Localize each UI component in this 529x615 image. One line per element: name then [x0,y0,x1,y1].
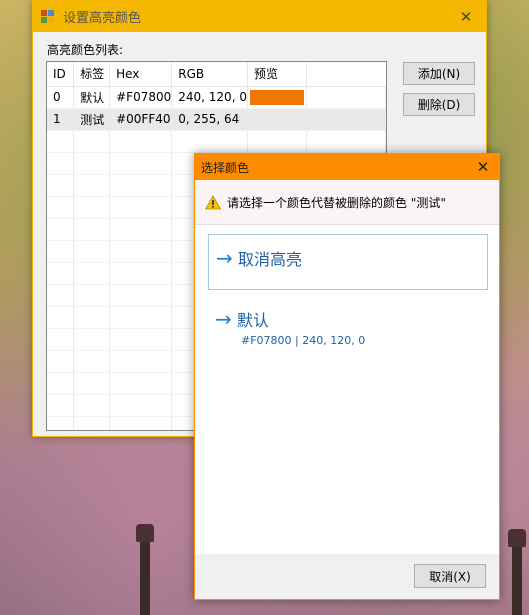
arrow-right-icon: → [215,307,232,331]
background-lamp [136,524,154,615]
default-option-detail: #F07800 | 240, 120, 0 [241,334,366,347]
dialog-title: 选择颜色 [201,160,250,175]
warning-banner: 请选择一个颜色代替被删除的颜色 "测试" [195,180,499,225]
cell-hex: #00FF40 [109,108,173,131]
color-swatch [249,89,305,105]
column-header[interactable]: 预览 [247,62,308,87]
cancel-button[interactable]: 取消(X) [414,564,486,588]
cell-preview [247,108,308,131]
warning-text: 请选择一个颜色代替被删除的颜色 "测试" [227,195,446,210]
delete-button[interactable]: 删除(D) [403,93,475,116]
dialog-title-bar[interactable]: 选择颜色 ✕ [195,154,499,180]
column-header[interactable]: ID [47,62,75,87]
add-button[interactable]: 添加(N) [403,62,475,85]
cell-id: 1 [47,108,75,131]
select-color-dialog: 选择颜色 ✕ 请选择一个颜色代替被删除的颜色 "测试" → 取消高亮 → 默认 … [194,153,500,600]
cell-id: 0 [47,86,75,109]
empty-row [47,130,386,153]
column-header[interactable]: 标签 [73,62,111,87]
cell-label: 默认 [73,86,111,109]
arrow-right-icon: → [216,246,233,270]
close-icon[interactable]: ✕ [446,1,486,32]
default-option-label: 默认 [237,311,270,330]
default-color-option[interactable]: → 默认 #F07800 | 240, 120, 0 [208,299,488,351]
cell-rgb: 0, 255, 64 [171,108,248,131]
close-icon[interactable]: ✕ [467,158,499,176]
empty-cell [306,108,386,131]
empty-cell [306,86,386,109]
cell-rgb: 240, 120, 0 [171,86,248,109]
column-header[interactable]: RGB [171,62,248,87]
warning-icon [205,194,221,209]
background-lamp [508,529,526,615]
main-title-bar[interactable]: 设置高亮颜色 ✕ [33,1,486,32]
cell-hex: #F07800 [109,86,173,109]
color-list-label: 高亮颜色列表: [47,43,124,57]
app-icon [41,9,55,24]
table-row[interactable]: 1 测试 #00FF40 0, 255, 64 [47,108,386,131]
table-row[interactable]: 0 默认 #F07800 240, 120, 0 [47,86,386,109]
cell-preview [247,86,308,109]
column-header[interactable]: Hex [109,62,173,87]
dialog-footer: 取消(X) [195,554,499,599]
cancel-highlight-label: 取消高亮 [238,250,303,269]
cancel-highlight-option[interactable]: → 取消高亮 [208,234,488,290]
main-window-title: 设置高亮颜色 [63,11,142,26]
column-header-filler [306,62,386,87]
column-header-row: ID 标签 Hex RGB 预览 [47,62,386,87]
cell-label: 测试 [73,108,111,131]
